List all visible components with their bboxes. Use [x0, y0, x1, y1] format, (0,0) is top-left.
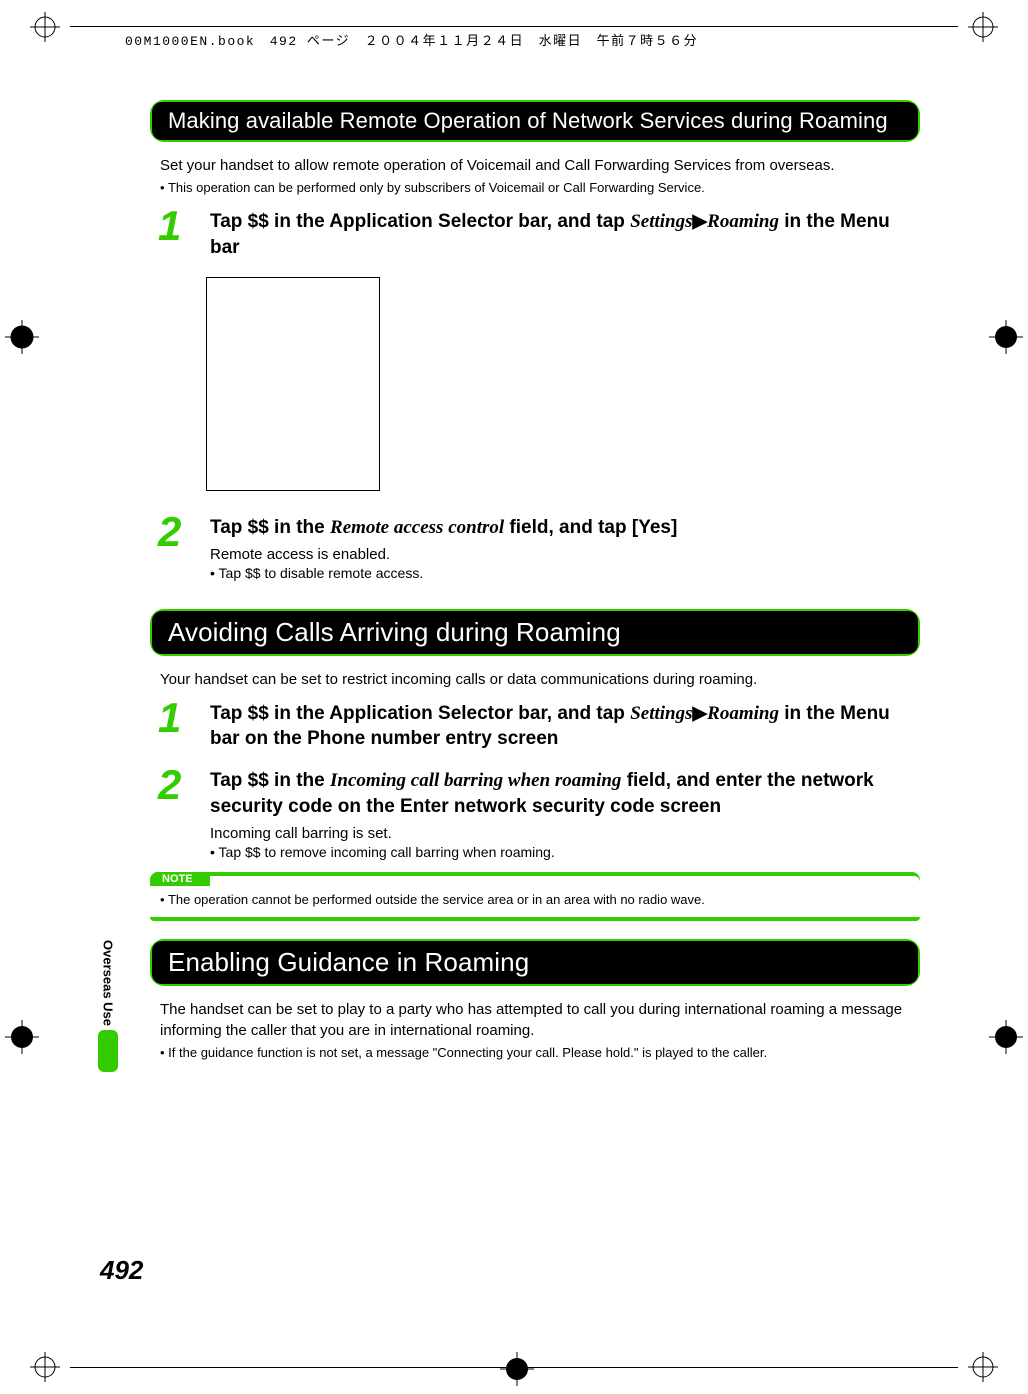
section-intro: Your handset can be set to restrict inco… [160, 670, 920, 690]
section-heading-text: Avoiding Calls Arriving during Roaming [152, 611, 918, 654]
crop-mark-icon [968, 12, 998, 42]
section-intro: Set your handset to allow remote operati… [160, 156, 920, 176]
note-bar-bottom [150, 917, 920, 921]
step-title: Tap $$ in the Remote access control fiel… [210, 515, 920, 541]
crop-line [70, 26, 958, 27]
section-heading-remote-operation: Making available Remote Operation of Net… [150, 100, 920, 142]
side-registration-icon [989, 320, 1023, 354]
note-bar-top: NOTE [150, 872, 920, 886]
step-1: 1 Tap $$ in the Application Selector bar… [150, 701, 920, 758]
section-heading-text: Enabling Guidance in Roaming [152, 941, 918, 984]
note-block: NOTE The operation cannot be performed o… [150, 872, 920, 921]
side-registration-icon [989, 1020, 1023, 1054]
step-sub: Remote access is enabled. [210, 546, 920, 563]
step-1: 1 Tap $$ in the Application Selector bar… [150, 209, 920, 266]
book-header: 00M1000EN.book 492 ページ ２００４年１１月２４日 水曜日 午… [125, 30, 698, 49]
step-number: 2 [150, 511, 210, 584]
crop-mark-icon [30, 1352, 60, 1382]
note-label: NOTE [150, 872, 201, 886]
side-tab-label: Overseas Use [101, 940, 116, 1026]
screenshot-placeholder [206, 277, 380, 491]
section-heading-text: Making available Remote Operation of Net… [152, 102, 918, 140]
step-title: Tap $$ in the Application Selector bar, … [210, 701, 920, 752]
step-number: 1 [150, 697, 210, 758]
bottom-registration-icon [500, 1352, 534, 1386]
side-registration-icon [5, 1020, 39, 1054]
step-bullet: Tap $$ to disable remote access. [210, 565, 920, 581]
section-intro-bullet: If the guidance function is not set, a m… [160, 1045, 920, 1060]
section-intro-bullet: This operation can be performed only by … [160, 180, 920, 195]
crop-line [70, 1367, 958, 1368]
step-number: 1 [150, 205, 210, 266]
section-heading-avoiding-calls: Avoiding Calls Arriving during Roaming [150, 609, 920, 656]
step-2: 2 Tap $$ in the Remote access control fi… [150, 515, 920, 584]
step-title: Tap $$ in the Application Selector bar, … [210, 209, 920, 260]
crop-mark-icon [30, 12, 60, 42]
page-content: Making available Remote Operation of Net… [150, 100, 920, 1074]
side-registration-icon [5, 320, 39, 354]
step-title: Tap $$ in the Incoming call barring when… [210, 768, 920, 819]
step-2: 2 Tap $$ in the Incoming call barring wh… [150, 768, 920, 862]
page-number: 492 [100, 1255, 143, 1286]
step-bullet: Tap $$ to remove incoming call barring w… [210, 844, 920, 860]
side-tab-block [98, 1030, 118, 1072]
step-number: 2 [150, 764, 210, 862]
note-body: The operation cannot be performed outsid… [150, 886, 920, 917]
side-tab: Overseas Use [98, 940, 118, 1072]
step-sub: Incoming call barring is set. [210, 825, 920, 842]
section-intro: The handset can be set to play to a part… [160, 1000, 920, 1041]
note-text: The operation cannot be performed outsid… [160, 892, 910, 907]
crop-mark-icon [968, 1352, 998, 1382]
section-heading-enabling-guidance: Enabling Guidance in Roaming [150, 939, 920, 986]
